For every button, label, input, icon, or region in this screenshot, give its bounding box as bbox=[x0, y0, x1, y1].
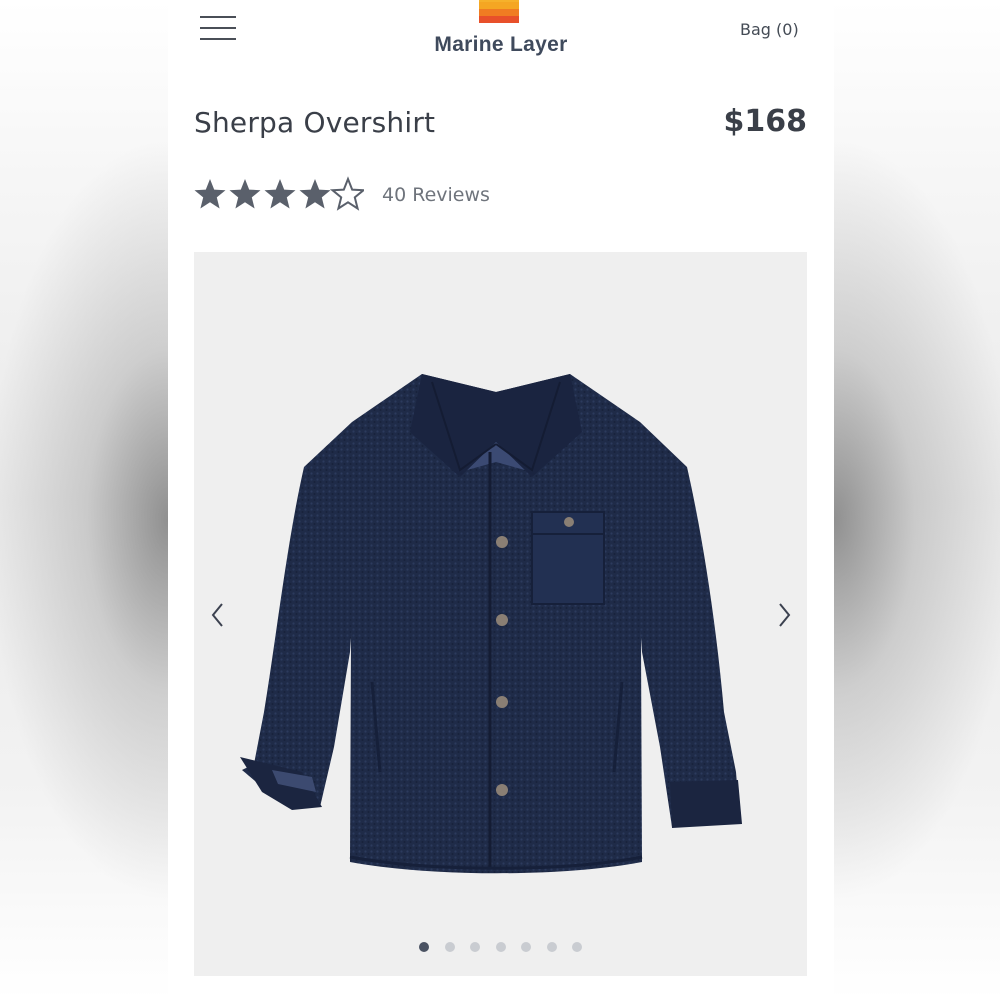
reviews-count-link[interactable]: 40 Reviews bbox=[382, 184, 490, 206]
carousel-dot[interactable] bbox=[444, 942, 455, 952]
star-full-icon bbox=[264, 179, 296, 209]
rating-stars bbox=[194, 178, 364, 210]
chevron-left-icon[interactable] bbox=[206, 600, 230, 630]
product-title: Sherpa Overshirt bbox=[194, 106, 436, 139]
star-full-icon bbox=[299, 179, 331, 209]
brand-name: Marine Layer bbox=[434, 33, 568, 56]
product-page: Marine Layer Bag (0) Sherpa Overshirt $1… bbox=[168, 0, 834, 1000]
carousel-dot[interactable] bbox=[572, 942, 582, 952]
carousel-dot[interactable] bbox=[521, 942, 531, 952]
product-image-carousel[interactable] bbox=[194, 252, 807, 976]
sunset-logo-icon bbox=[479, 0, 519, 33]
shopping-bag-link[interactable]: Bag (0) bbox=[740, 20, 799, 39]
product-image bbox=[240, 374, 742, 874]
background-right bbox=[834, 0, 1000, 1000]
carousel-dot[interactable] bbox=[419, 942, 429, 952]
background-left bbox=[0, 0, 168, 1000]
product-price: $168 bbox=[723, 104, 808, 139]
hamburger-menu-icon[interactable] bbox=[200, 14, 236, 42]
carousel-dot[interactable] bbox=[546, 942, 557, 952]
star-full-icon bbox=[229, 179, 261, 209]
carousel-pagination bbox=[419, 942, 589, 954]
star-full-icon bbox=[194, 179, 226, 209]
carousel-dot[interactable] bbox=[470, 942, 480, 952]
menu-bar bbox=[200, 27, 236, 29]
star-half-icon bbox=[331, 178, 364, 210]
brand-logo[interactable]: Marine Layer bbox=[401, 0, 601, 64]
menu-bar bbox=[200, 16, 236, 18]
menu-bar bbox=[200, 38, 236, 40]
carousel-dot[interactable] bbox=[495, 942, 506, 952]
chevron-right-icon[interactable] bbox=[772, 600, 796, 630]
